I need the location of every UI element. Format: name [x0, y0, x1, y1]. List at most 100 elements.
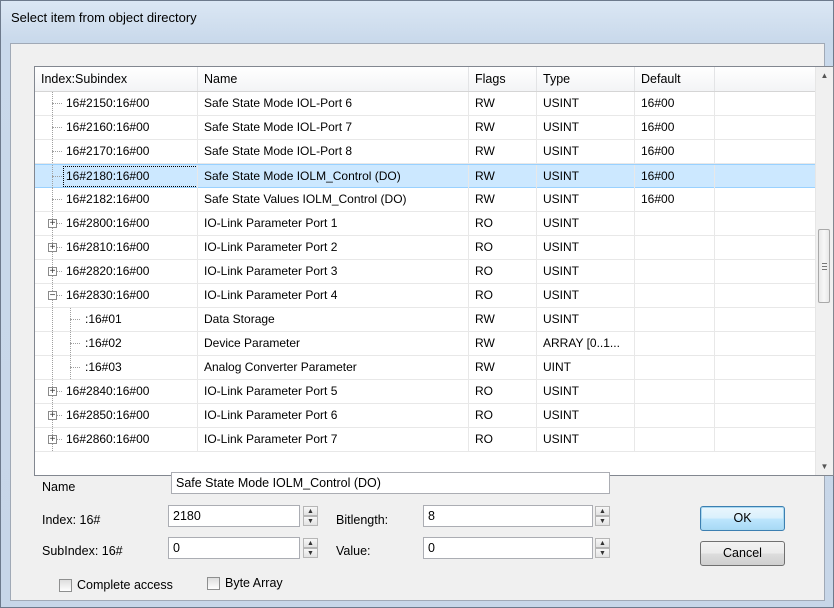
name-label: Name — [42, 480, 76, 494]
flags-cell: RW — [469, 92, 537, 115]
expand-plus-icon[interactable]: + — [48, 219, 57, 229]
scroll-down-arrow-icon[interactable]: ▼ — [816, 458, 833, 475]
name-cell: Analog Converter Parameter — [198, 356, 469, 379]
table-row[interactable]: +16#2820:16#00 IO-Link Parameter Port 3 RO… — [35, 260, 815, 284]
complete-access-checkbox[interactable] — [59, 579, 72, 592]
value-field[interactable]: 0 — [423, 537, 593, 559]
index-text: 16#2840:16#00 — [66, 384, 150, 398]
cancel-button[interactable]: Cancel — [700, 541, 785, 566]
column-header-name[interactable]: Name — [198, 67, 469, 91]
spin-up-icon[interactable]: ▲ — [303, 538, 318, 548]
expand-plus-icon[interactable]: + — [48, 435, 57, 445]
name-field[interactable]: Safe State Mode IOLM_Control (DO) — [171, 472, 610, 494]
spin-down-icon[interactable]: ▼ — [303, 548, 318, 558]
flags-cell: RO — [469, 260, 537, 283]
index-text: 16#2850:16#00 — [66, 408, 150, 422]
table-row[interactable]: :16#02 Device Parameter RW ARRAY [0..1... — [35, 332, 815, 356]
table-row[interactable]: +16#2800:16#00 IO-Link Parameter Port 1 RO… — [35, 212, 815, 236]
type-cell: USINT — [537, 404, 635, 427]
scrollbar-thumb[interactable] — [818, 229, 830, 303]
index-cell: :16#03 — [35, 356, 198, 379]
flags-cell: RO — [469, 236, 537, 259]
byte-array-label[interactable]: Byte Array — [225, 576, 283, 590]
index-cell: +16#2840:16#00 — [35, 380, 198, 403]
byte-array-checkbox[interactable] — [207, 577, 220, 590]
index-cell: −16#2830:16#00 — [35, 284, 198, 307]
name-cell: IO-Link Parameter Port 7 — [198, 428, 469, 451]
name-cell: IO-Link Parameter Port 2 — [198, 236, 469, 259]
table-row[interactable]: +16#2860:16#00 IO-Link Parameter Port 7 RO… — [35, 428, 815, 452]
complete-access-label[interactable]: Complete access — [77, 578, 173, 592]
index-label: Index: 16# — [42, 513, 101, 527]
bitlength-field[interactable]: 8 — [423, 505, 593, 527]
name-cell: Data Storage — [198, 308, 469, 331]
table-row[interactable]: :16#03 Analog Converter Parameter RW UINT — [35, 356, 815, 380]
index-cell: +16#2800:16#00 — [35, 212, 198, 235]
index-text: 16#2810:16#00 — [66, 240, 150, 254]
flags-cell: RO — [469, 284, 537, 307]
object-directory-list[interactable]: Index:Subindex Name Flags Type Default 1… — [34, 66, 834, 476]
flags-cell: RW — [469, 308, 537, 331]
scroll-up-arrow-icon[interactable]: ▲ — [816, 67, 833, 84]
value-label: Value: — [336, 544, 371, 558]
default-cell: 16#00 — [635, 140, 715, 163]
name-cell: Safe State Mode IOL-Port 7 — [198, 116, 469, 139]
index-cell: +16#2850:16#00 — [35, 404, 198, 427]
index-cell: :16#01 — [35, 308, 198, 331]
column-header-default[interactable]: Default — [635, 67, 715, 91]
name-cell: IO-Link Parameter Port 5 — [198, 380, 469, 403]
index-cell: 16#2182:16#00 — [35, 188, 198, 211]
ok-button[interactable]: OK — [700, 506, 785, 531]
expand-plus-icon[interactable]: + — [48, 243, 57, 253]
index-cell: :16#02 — [35, 332, 198, 355]
table-row[interactable]: +16#2850:16#00 IO-Link Parameter Port 6 RO… — [35, 404, 815, 428]
table-row[interactable]: −16#2830:16#00 IO-Link Parameter Port 4 RO… — [35, 284, 815, 308]
column-header-flags[interactable]: Flags — [469, 67, 537, 91]
default-cell: 16#00 — [635, 92, 715, 115]
value-spinner[interactable]: ▲ ▼ — [595, 537, 611, 559]
flags-cell: RW — [469, 165, 537, 188]
index-field[interactable]: 2180 — [168, 505, 300, 527]
column-header-type[interactable]: Type — [537, 67, 635, 91]
spin-down-icon[interactable]: ▼ — [595, 548, 610, 558]
type-cell: USINT — [537, 308, 635, 331]
index-text: 16#2830:16#00 — [66, 288, 150, 302]
column-header-index[interactable]: Index:Subindex — [35, 67, 198, 91]
spin-up-icon[interactable]: ▲ — [595, 538, 610, 548]
default-cell — [635, 380, 715, 403]
table-row[interactable]: 16#2180:16#00 Safe State Mode IOLM_Contro… — [35, 164, 815, 188]
subindex-spinner[interactable]: ▲ ▼ — [303, 537, 319, 559]
expand-plus-icon[interactable]: + — [48, 387, 57, 397]
default-cell — [635, 332, 715, 355]
vertical-scrollbar[interactable]: ▲ ▼ — [815, 67, 833, 475]
table-row[interactable]: 16#2182:16#00 Safe State Values IOLM_Cont… — [35, 188, 815, 212]
spin-down-icon[interactable]: ▼ — [595, 516, 610, 526]
spin-up-icon[interactable]: ▲ — [303, 506, 318, 516]
type-cell: USINT — [537, 116, 635, 139]
table-row[interactable]: :16#01 Data Storage RW USINT — [35, 308, 815, 332]
table-row[interactable]: 16#2150:16#00 Safe State Mode IOL-Port 6R… — [35, 92, 815, 116]
table-row[interactable]: +16#2810:16#00 IO-Link Parameter Port 2 RO… — [35, 236, 815, 260]
name-cell: Safe State Values IOLM_Control (DO) — [198, 188, 469, 211]
subindex-field[interactable]: 0 — [168, 537, 300, 559]
index-cell: +16#2860:16#00 — [35, 428, 198, 451]
default-cell — [635, 356, 715, 379]
default-cell — [635, 284, 715, 307]
table-row[interactable]: +16#2840:16#00 IO-Link Parameter Port 5 RO… — [35, 380, 815, 404]
index-cell: +16#2820:16#00 — [35, 260, 198, 283]
collapse-minus-icon[interactable]: − — [48, 291, 57, 301]
name-cell: IO-Link Parameter Port 1 — [198, 212, 469, 235]
index-text: :16#03 — [85, 360, 122, 374]
flags-cell: RW — [469, 140, 537, 163]
table-row[interactable]: 16#2170:16#00 Safe State Mode IOL-Port 8R… — [35, 140, 815, 164]
bitlength-spinner[interactable]: ▲ ▼ — [595, 505, 611, 527]
spin-down-icon[interactable]: ▼ — [303, 516, 318, 526]
expand-plus-icon[interactable]: + — [48, 411, 57, 421]
index-text: :16#01 — [85, 312, 122, 326]
spin-up-icon[interactable]: ▲ — [595, 506, 610, 516]
table-row[interactable]: 16#2160:16#00 Safe State Mode IOL-Port 7R… — [35, 116, 815, 140]
expand-plus-icon[interactable]: + — [48, 267, 57, 277]
type-cell: USINT — [537, 236, 635, 259]
default-cell — [635, 260, 715, 283]
index-spinner[interactable]: ▲ ▼ — [303, 505, 319, 527]
